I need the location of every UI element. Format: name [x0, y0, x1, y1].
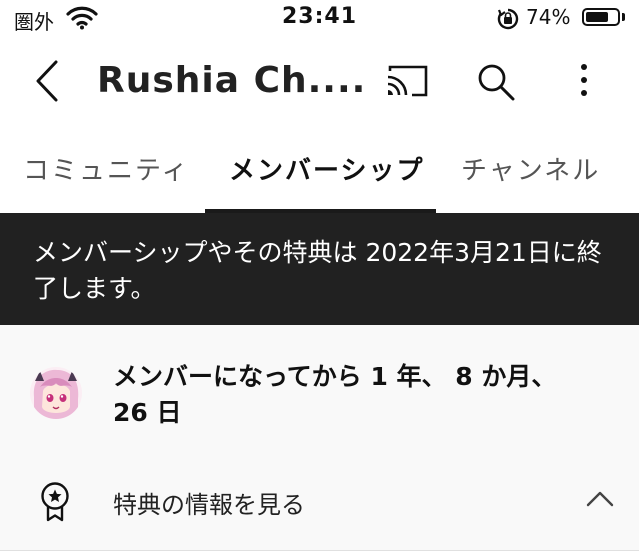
more-dot — [581, 77, 587, 83]
banner-text: メンバーシップやその特典は 2022年3月21日に終了します。 — [33, 238, 602, 303]
channel-tabs: コミュニティ メンバーシップ チャンネル — [0, 128, 639, 213]
battery-icon — [582, 8, 620, 26]
status-bar: 圏外 23:41 74% — [0, 0, 639, 38]
battery-tip — [622, 13, 625, 21]
badge-icon — [38, 481, 72, 527]
view-benefits-label: 特典の情報を見る — [113, 491, 305, 519]
membership-ending-banner: メンバーシップやその特典は 2022年3月21日に終了します。 — [0, 213, 639, 325]
cast-icon[interactable] — [384, 61, 430, 105]
more-vert-icon[interactable] — [570, 58, 598, 102]
search-icon[interactable] — [474, 60, 518, 108]
rotation-lock-icon — [496, 7, 520, 35]
chevron-up-icon[interactable] — [585, 489, 615, 513]
app-header: Rushia Ch.... — [0, 38, 639, 128]
membership-duration: メンバーになってから 1 年、 8 か月、 26 日 — [113, 362, 557, 427]
back-chevron-icon[interactable] — [28, 56, 68, 106]
view-benefits-row[interactable]: 特典の情報を見る — [0, 475, 639, 527]
battery-fill — [586, 12, 608, 22]
tab-channels[interactable]: チャンネル — [461, 150, 600, 187]
membership-panel: メンバーになってから 1 年、 8 か月、 26 日 特典の情報を見る — [0, 325, 639, 551]
more-dot — [581, 90, 587, 96]
battery-percent: 74% — [526, 5, 571, 29]
more-dot — [581, 64, 587, 70]
channel-title: Rushia Ch.... — [97, 60, 367, 101]
tab-community[interactable]: コミュニティ — [23, 150, 189, 187]
tab-membership[interactable]: メンバーシップ — [229, 150, 424, 187]
avatar — [30, 367, 82, 419]
